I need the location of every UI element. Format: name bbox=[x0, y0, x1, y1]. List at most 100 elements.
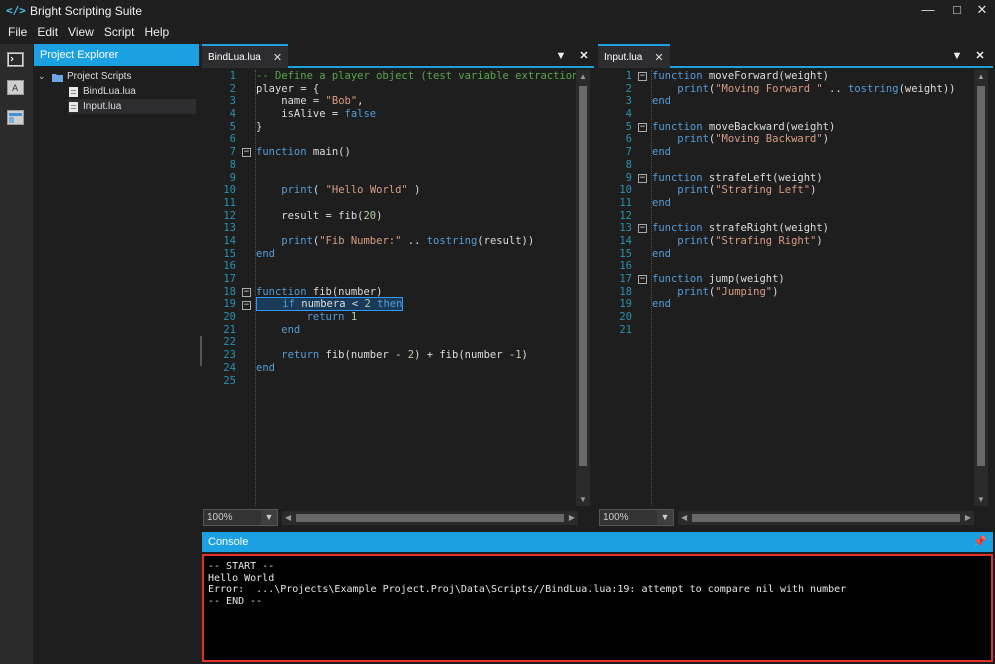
line-number: 23 bbox=[223, 349, 236, 362]
close-icon[interactable]: ✕ bbox=[654, 51, 663, 64]
line-number: 1 bbox=[625, 70, 632, 82]
line-number: 2 bbox=[229, 82, 236, 95]
code-line: end bbox=[652, 248, 974, 261]
fold-toggle-icon[interactable]: − bbox=[638, 72, 647, 81]
close-icon[interactable]: ✕ bbox=[971, 47, 989, 65]
scroll-right-icon[interactable]: ▶ bbox=[965, 511, 971, 525]
close-icon[interactable]: ✕ bbox=[575, 47, 593, 65]
line-number: 9 bbox=[229, 171, 236, 184]
pin-icon[interactable]: 📌 bbox=[973, 532, 987, 552]
fold-toggle-icon[interactable]: − bbox=[638, 275, 647, 285]
code-editor[interactable]: 1 2 3 4 5 6 7 8 9 10 11 12 13 14 15 16 17 18 19 20 21 − − − − − … bbox=[598, 70, 974, 506]
scroll-thumb[interactable] bbox=[296, 514, 564, 522]
horizontal-scrollbar[interactable]: ◀ ▶ bbox=[282, 511, 578, 525]
code-token: moveBackward(weight) bbox=[702, 120, 836, 133]
tab-input[interactable]: Input.lua ✕ bbox=[598, 44, 670, 68]
tab-bindlua[interactable]: BindLua.lua ✕ bbox=[202, 44, 289, 68]
folder-label: Project Scripts bbox=[67, 71, 132, 82]
app-title: Bright Scripting Suite bbox=[30, 4, 143, 18]
vertical-scrollbar[interactable]: ▲ ▼ bbox=[576, 70, 590, 506]
code-editor[interactable]: 1 2 3 4 5 6 7 8 9 10 11 12 13 14 15 16 17 18 19 20 21 22 23 24 2… bbox=[202, 70, 576, 506]
code-token: ) bbox=[810, 184, 817, 197]
chevron-down-icon[interactable]: ⌄ bbox=[38, 69, 52, 84]
line-number: 25 bbox=[223, 374, 236, 387]
chevron-down-icon[interactable]: ▼ bbox=[552, 47, 570, 65]
menu-file[interactable]: File bbox=[3, 22, 32, 42]
fold-toggle-icon[interactable]: − bbox=[638, 173, 647, 183]
tree-file-bindlua[interactable]: BindLua.lua bbox=[68, 84, 136, 99]
fold-toggle-icon[interactable]: − bbox=[638, 224, 647, 234]
scroll-down-icon[interactable]: ▼ bbox=[576, 495, 590, 504]
editor-pane-bindlua: BindLua.lua ✕ ▼ ✕ 1 2 3 4 5 6 7 8 9 10 11 12 13 14 15 1… bbox=[202, 44, 594, 528]
tree-folder-project-scripts[interactable]: ⌄ Project Scripts bbox=[38, 69, 131, 84]
line-number: 10 bbox=[223, 184, 236, 197]
scroll-thumb[interactable] bbox=[977, 86, 985, 466]
fold-toggle-icon[interactable]: − bbox=[638, 122, 647, 132]
code-line: end bbox=[256, 248, 576, 261]
line-number: 7 bbox=[229, 146, 236, 159]
chevron-down-icon[interactable]: ▼ bbox=[261, 510, 277, 525]
chevron-down-icon[interactable]: ▼ bbox=[948, 47, 966, 65]
code-token: numbera < bbox=[294, 298, 365, 311]
close-icon[interactable]: ✕ bbox=[273, 51, 282, 64]
code-line: return 1 bbox=[256, 311, 576, 324]
text-tool-icon[interactable]: A bbox=[7, 80, 24, 95]
code-line: if numbera < 2 then bbox=[256, 297, 576, 312]
code-text: } bbox=[256, 121, 262, 133]
zoom-select[interactable]: 100% ▼ bbox=[203, 509, 278, 526]
code-token: "Strafing Left" bbox=[715, 184, 811, 197]
scroll-left-icon[interactable]: ◀ bbox=[681, 511, 687, 525]
fold-toggle-icon[interactable]: − bbox=[242, 300, 251, 310]
line-number: 11 bbox=[619, 196, 632, 209]
scroll-thumb[interactable] bbox=[579, 86, 587, 466]
code-line: isAlive = false bbox=[256, 108, 576, 121]
chevron-down-icon[interactable]: ▼ bbox=[657, 510, 673, 525]
line-number: 18 bbox=[223, 285, 236, 298]
menu-view[interactable]: View bbox=[63, 22, 99, 42]
code-token: function bbox=[256, 146, 307, 159]
scroll-down-icon[interactable]: ▼ bbox=[974, 495, 988, 504]
scroll-up-icon[interactable]: ▲ bbox=[974, 72, 988, 81]
menu-edit[interactable]: Edit bbox=[32, 22, 63, 42]
line-number: 21 bbox=[223, 323, 236, 336]
scroll-right-icon[interactable]: ▶ bbox=[569, 511, 575, 525]
code-line: return fib(number - 2) + fib(number -1) bbox=[256, 349, 576, 362]
scroll-up-icon[interactable]: ▲ bbox=[576, 72, 590, 81]
menu-bar: File Edit View Script Help bbox=[0, 22, 995, 42]
code-line: print("Strafing Right") bbox=[652, 235, 974, 248]
code-text: function strafeRight(weight) bbox=[652, 222, 829, 234]
code-token: "Bob" bbox=[325, 95, 358, 108]
code-text: function main() bbox=[256, 146, 351, 158]
code-token: main() bbox=[306, 146, 351, 159]
code-text: print("Jumping") bbox=[652, 286, 778, 298]
line-number: 3 bbox=[229, 95, 236, 108]
code-text: return 1 bbox=[256, 311, 358, 323]
close-window-button[interactable]: ✕ bbox=[969, 0, 995, 20]
fold-toggle-icon[interactable]: − bbox=[242, 287, 251, 297]
code-token: end bbox=[652, 298, 671, 311]
zoom-value: 100% bbox=[207, 512, 233, 523]
code-text: print("Strafing Left") bbox=[652, 184, 816, 196]
console-tool-icon[interactable] bbox=[7, 52, 24, 67]
scroll-thumb[interactable] bbox=[692, 514, 960, 522]
code-text: end bbox=[652, 298, 671, 310]
code-token: function bbox=[652, 171, 703, 184]
scroll-left-icon[interactable]: ◀ bbox=[285, 511, 291, 525]
code-token: strafeRight(weight) bbox=[702, 222, 830, 235]
tree-file-input[interactable]: Input.lua bbox=[68, 99, 196, 114]
layout-tool-icon[interactable] bbox=[7, 110, 24, 125]
menu-script[interactable]: Script bbox=[99, 22, 140, 42]
code-token: if bbox=[257, 298, 295, 311]
vertical-scrollbar[interactable]: ▲ ▼ bbox=[974, 70, 988, 506]
zoom-select[interactable]: 100% ▼ bbox=[599, 509, 674, 526]
minimize-button[interactable]: — bbox=[915, 0, 941, 20]
maximize-button[interactable]: □ bbox=[944, 0, 970, 20]
code-token: print bbox=[652, 184, 709, 197]
console-output[interactable]: -- START -- Hello World Error: ...\Proje… bbox=[202, 554, 993, 662]
console-line: Hello World bbox=[208, 572, 275, 584]
code-text: function moveForward(weight) bbox=[652, 70, 829, 82]
horizontal-scrollbar[interactable]: ◀ ▶ bbox=[678, 511, 974, 525]
menu-help[interactable]: Help bbox=[140, 22, 175, 42]
fold-toggle-icon[interactable]: − bbox=[242, 148, 251, 158]
